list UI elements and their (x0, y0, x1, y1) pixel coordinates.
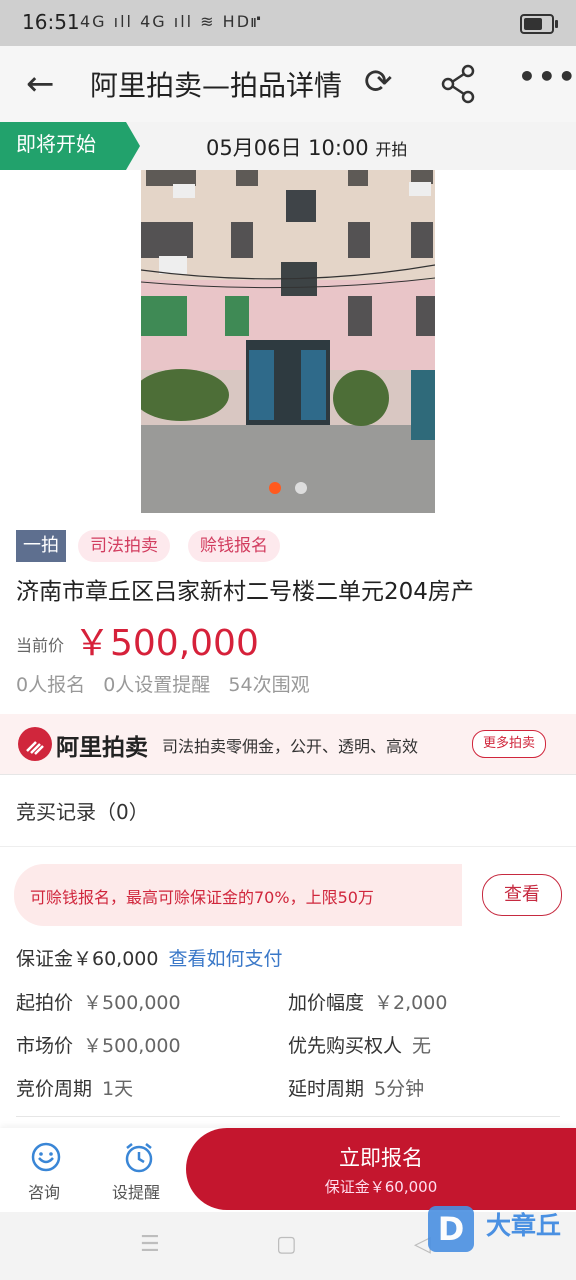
share-icon[interactable] (440, 64, 476, 104)
carousel-dot-active[interactable] (269, 482, 281, 494)
remind-label: 设提醒 (112, 1183, 161, 1202)
start-date: 05月06日 10:00 (206, 136, 369, 160)
detail-label: 加价幅度 (288, 992, 365, 1014)
detail-start-price: 起拍价 ￥500,000 (16, 988, 181, 1015)
credit-notice-text: 可赊钱报名，最高可赊保证金的70%，上限50万 (30, 888, 374, 907)
item-title: 济南市章丘区吕家新村二号楼二单元204房产 (16, 579, 474, 605)
detail-bid-period: 竞价周期 1天 (16, 1074, 133, 1101)
tag-credit-signup: 赊钱报名 (188, 530, 280, 562)
detail-increment: 加价幅度 ￥2,000 (288, 988, 447, 1015)
ali-auction-banner[interactable]: 阿里拍卖 司法拍卖零佣金，公开、透明、高效 更多拍卖 (0, 714, 576, 774)
detail-extension-period: 延时周期 5分钟 (288, 1074, 424, 1101)
view-button[interactable]: 查看 (482, 874, 562, 916)
watermark-logo: D (428, 1206, 474, 1252)
title-bar: ← 阿里拍卖—拍品详情 ⟳ ••• (0, 46, 576, 122)
detail-value: ￥500,000 (83, 992, 181, 1014)
signal-icons: 4G ıll 4G ıll ≋ HD⑈ (80, 12, 263, 31)
start-suffix: 开拍 (375, 140, 408, 159)
status-bar: 16:51 4G ıll 4G ıll ≋ HD⑈ (0, 0, 576, 46)
more-icon[interactable]: ••• (518, 60, 576, 93)
detail-label: 竞价周期 (16, 1078, 93, 1100)
status-tag: 即将开始 (0, 122, 140, 170)
signup-main-label: 立即报名 (339, 1146, 423, 1170)
status-time: 16:51 (22, 10, 80, 34)
detail-value: 5分钟 (374, 1078, 425, 1100)
home-nav-icon[interactable]: ▢ (276, 1232, 297, 1257)
signup-deposit-label: 保证金￥60,000 (324, 1178, 438, 1196)
round-tag: 一拍 (16, 530, 66, 562)
detail-priority-buyer: 优先购买权人无 (288, 1031, 431, 1058)
headset-icon (31, 1142, 61, 1172)
bid-records[interactable]: 竞买记录（0） (16, 796, 149, 825)
consult-button[interactable] (26, 1140, 66, 1178)
auction-banner: 即将开始 05月06日 10:00 开拍 (0, 122, 576, 170)
ali-auction-slogan: 司法拍卖零佣金，公开、透明、高效 (162, 737, 419, 756)
back-arrow-icon[interactable]: ← (26, 64, 55, 104)
detail-value: ￥2,000 (374, 992, 448, 1014)
consult-label: 咨询 (28, 1183, 61, 1202)
carousel-dot[interactable] (295, 482, 307, 494)
ali-auction-brand: 阿里拍卖 (56, 735, 148, 761)
tag-judicial: 司法拍卖 (78, 530, 170, 562)
item-stats: 0人报名 0人设置提醒 54次围观 (16, 674, 310, 696)
deposit-label: 保证金￥60,000 (16, 948, 159, 970)
deposit-row: 保证金￥60,000 查看如何支付 (16, 944, 283, 971)
detail-value: 1天 (102, 1078, 134, 1100)
watermark-text: 大章丘 (486, 1211, 562, 1240)
ali-auction-logo-icon (18, 727, 52, 761)
divider (16, 1116, 560, 1117)
detail-value: 无 (412, 1035, 432, 1057)
divider (0, 846, 576, 847)
refresh-icon[interactable]: ⟳ (364, 62, 393, 102)
detail-label: 延时周期 (288, 1078, 365, 1100)
more-auctions-button[interactable]: 更多拍卖 (472, 730, 547, 758)
current-price: ￥500,000 (74, 623, 259, 664)
price-label: 当前价 (16, 636, 65, 655)
how-to-pay-link[interactable]: 查看如何支付 (168, 948, 282, 970)
alarm-clock-icon (125, 1143, 153, 1173)
signup-button[interactable]: 立即报名 保证金￥60,000 (186, 1128, 576, 1210)
detail-label: 起拍价 (16, 992, 74, 1014)
page-title: 阿里拍卖—拍品详情 (90, 69, 343, 102)
credit-notice: 可赊钱报名，最高可赊保证金的70%，上限50万 (14, 864, 462, 926)
detail-market-price: 市场价 ￥500,000 (16, 1031, 181, 1058)
item-photo[interactable] (141, 170, 435, 513)
detail-label: 优先购买权人 (288, 1035, 403, 1057)
start-time: 05月06日 10:00 开拍 (206, 132, 407, 162)
divider (0, 774, 576, 775)
menu-nav-icon[interactable]: ☰ (140, 1232, 160, 1257)
detail-value: ￥500,000 (83, 1035, 181, 1057)
detail-label: 市场价 (16, 1035, 74, 1057)
remind-button[interactable] (122, 1140, 158, 1178)
battery-icon (520, 14, 558, 34)
